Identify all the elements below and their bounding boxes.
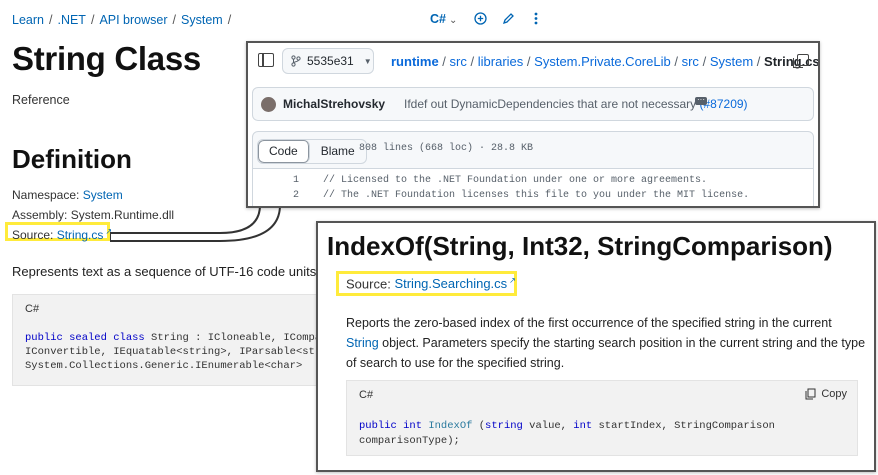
file-header: Code Blame 808 lines (668 loc) · 28.8 KB xyxy=(252,131,814,169)
copy-label: Copy xyxy=(821,388,847,400)
path-corelib[interactable]: System.Private.CoreLib xyxy=(534,54,671,69)
avatar[interactable] xyxy=(261,97,276,112)
breadcrumb-api-browser[interactable]: API browser xyxy=(99,13,167,27)
language-selector-label: C# xyxy=(430,12,446,26)
github-header: 5535e31 ▼ runtime / src / libraries / Sy… xyxy=(248,43,818,81)
path-src-2[interactable]: src xyxy=(682,54,699,69)
string-type-link[interactable]: String xyxy=(346,336,379,350)
more-options-icon[interactable] xyxy=(528,10,544,26)
source-label: Source: xyxy=(346,276,391,292)
github-file-panel: 5535e31 ▼ runtime / src / libraries / Sy… xyxy=(246,41,820,208)
tab-blame[interactable]: Blame xyxy=(310,140,366,163)
method-source-row: Source: String.Searching.cs ↗ xyxy=(346,276,516,291)
source-label: Source: xyxy=(12,228,54,242)
source-row: Source: String.cs ↗ xyxy=(12,227,112,242)
path-system[interactable]: System xyxy=(710,54,753,69)
source-link[interactable]: String.Searching.cs ↗ xyxy=(394,276,515,291)
copy-icon xyxy=(805,388,816,400)
line-number[interactable]: 1 xyxy=(279,175,299,186)
path-src[interactable]: src xyxy=(450,54,467,69)
edit-pencil-icon[interactable] xyxy=(500,10,516,26)
method-signature-code: C# Copy public int IndexOf (string value… xyxy=(346,380,858,456)
chevron-down-icon: ▼ xyxy=(363,56,372,66)
commit-author[interactable]: MichalStrehovsky xyxy=(283,97,385,111)
file-code: 1 // Licensed to the .NET Foundation und… xyxy=(252,169,814,206)
line-number[interactable]: 2 xyxy=(279,190,299,201)
path-current-file: String.cs xyxy=(764,54,820,69)
branch-name: 5535e31 xyxy=(307,54,354,68)
line-text: // The .NET Foundation licenses this fil… xyxy=(323,190,750,201)
code-line: 1 // Licensed to the .NET Foundation und… xyxy=(253,175,813,190)
file-stats: 808 lines (668 loc) · 28.8 KB xyxy=(359,143,534,154)
language-selector[interactable]: C# ⌄ xyxy=(430,12,457,26)
page-subtitle: Reference xyxy=(12,93,70,107)
ellipsis-icon[interactable]: ··· xyxy=(695,96,707,105)
tab-code[interactable]: Code xyxy=(258,140,310,163)
branch-selector[interactable]: 5535e31 ▼ xyxy=(282,48,374,74)
code-line: 2 // The .NET Foundation licenses this f… xyxy=(253,190,813,205)
breadcrumb: Learn / .NET / API browser / System / xyxy=(12,13,232,27)
method-doc-panel: IndexOf(String, Int32, StringComparison)… xyxy=(316,221,876,472)
breadcrumb-dotnet[interactable]: .NET xyxy=(57,13,85,27)
class-code-text: public sealed class String : ICloneable,… xyxy=(25,332,353,372)
source-link[interactable]: String.cs ↗ xyxy=(57,227,112,242)
external-link-icon: ↗ xyxy=(509,276,516,285)
git-branch-icon xyxy=(291,55,301,67)
breadcrumb-system[interactable]: System xyxy=(181,13,223,27)
top-toolbar xyxy=(472,10,544,26)
line-text: // Licensed to the .NET Foundation under… xyxy=(323,175,708,186)
path-libraries[interactable]: libraries xyxy=(478,54,524,69)
namespace-label: Namespace: xyxy=(12,188,80,202)
page-title: String Class xyxy=(12,40,201,77)
class-description: Represents text as a sequence of UTF-16 … xyxy=(12,264,320,279)
sidebar-toggle-icon[interactable] xyxy=(258,53,274,67)
method-description: Reports the zero-based index of the firs… xyxy=(346,316,866,370)
method-title: IndexOf(String, Int32, StringComparison) xyxy=(327,231,833,261)
add-collection-icon[interactable] xyxy=(472,10,488,26)
code-language-label: C# xyxy=(25,303,40,315)
definition-heading: Definition xyxy=(12,144,132,174)
file-path-breadcrumb: runtime / src / libraries / System.Priva… xyxy=(391,54,820,69)
breadcrumb-learn[interactable]: Learn xyxy=(12,13,44,27)
path-repo[interactable]: runtime xyxy=(391,54,439,69)
view-tabs: Code Blame xyxy=(257,139,367,164)
assembly-label: Assembly: xyxy=(12,208,68,222)
chevron-down-icon: ⌄ xyxy=(448,15,458,26)
namespace-row: Namespace: System xyxy=(12,188,123,202)
method-code-text: public int IndexOf (string value, int st… xyxy=(359,420,775,447)
code-language-label: C# xyxy=(359,389,374,401)
copy-button[interactable]: Copy xyxy=(805,388,847,400)
copy-path-icon[interactable] xyxy=(793,54,809,68)
latest-commit-bar: MichalStrehovsky Ifdef out DynamicDepend… xyxy=(252,87,814,121)
